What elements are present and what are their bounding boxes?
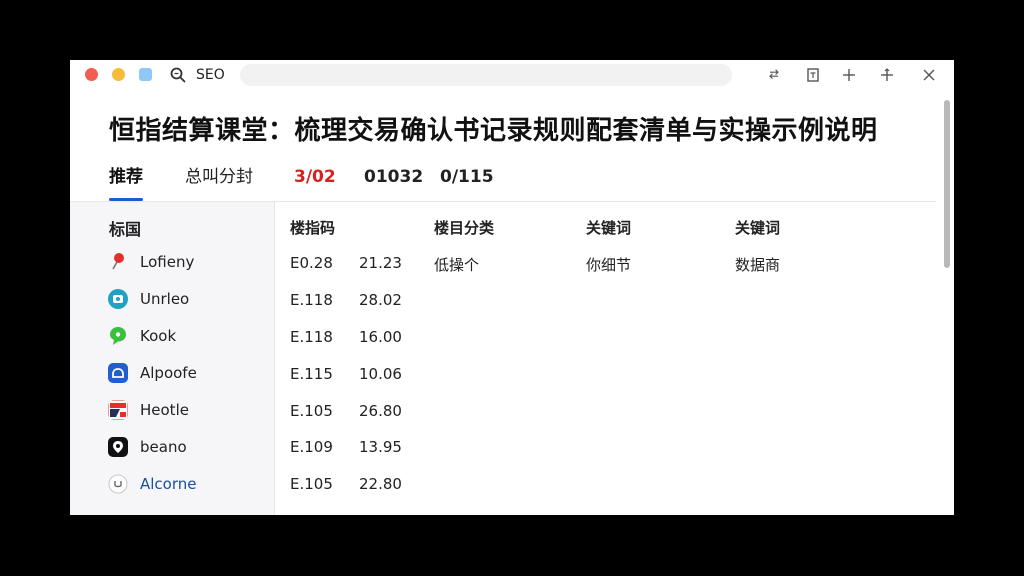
flag-app-icon <box>108 400 128 420</box>
cell-value: 26.80 <box>359 402 402 420</box>
cell-category: 低操个 <box>434 256 480 274</box>
search-icon[interactable] <box>169 66 187 84</box>
column-header-keyword-2[interactable]: 关键词 <box>735 217 780 238</box>
sidebar-item-beano[interactable]: beano <box>108 436 268 460</box>
sidebar-heading: 标国 <box>109 220 142 239</box>
sidebar-item-label: Unrleo <box>140 290 190 308</box>
cell-code: E.115 <box>290 365 333 383</box>
sidebar-item-label: Alpoofe <box>140 364 197 382</box>
sidebar-item-unrleo[interactable]: Unrleo <box>108 288 268 312</box>
sidebar: 标国 Lofieny Unrleo Kook Alpoofe Heotle be… <box>70 202 274 515</box>
tab-bar: 推荐 总叫分封 3/02 01032 0/115 <box>70 163 954 201</box>
sidebar-item-heotle[interactable]: Heotle <box>108 399 268 423</box>
tab-code[interactable]: 01032 <box>364 163 423 201</box>
cell-value: 21.23 <box>359 254 402 272</box>
chat-bubble-icon <box>110 327 126 345</box>
cloud-app-icon <box>108 363 128 383</box>
sidebar-item-label: Heotle <box>140 401 189 419</box>
title-bar: SEO <box>70 60 954 90</box>
cell-code: E.118 <box>290 291 333 309</box>
cell-code: E.105 <box>290 402 333 420</box>
tab-category[interactable]: 总叫分封 <box>185 163 253 201</box>
maximize-window-button[interactable] <box>139 68 152 81</box>
scrollbar-thumb[interactable] <box>944 100 950 268</box>
cell-code: E.118 <box>290 328 333 346</box>
cell-value: 28.02 <box>359 291 402 309</box>
cell-code: E0.28 <box>290 254 333 272</box>
tab-ratio[interactable]: 0/115 <box>440 163 494 201</box>
cell-code: E.109 <box>290 438 333 456</box>
sidebar-item-alcorne[interactable]: Alcorne <box>108 473 268 497</box>
location-app-icon <box>108 437 128 457</box>
column-header-code[interactable]: 楼指码 <box>290 217 335 238</box>
app-title: SEO <box>196 67 225 83</box>
bookmark-icon[interactable] <box>803 65 823 85</box>
swap-icon[interactable] <box>764 65 784 85</box>
sidebar-item-alpoofe[interactable]: Alpoofe <box>108 362 268 386</box>
sidebar-item-label: Lofieny <box>140 253 195 271</box>
cell-value: 16.00 <box>359 328 402 346</box>
cell-code: E.105 <box>290 475 333 493</box>
cell-value: 10.06 <box>359 365 402 383</box>
circle-logo-icon <box>108 474 128 494</box>
cell-keyword-2: 数据商 <box>735 256 781 274</box>
sidebar-divider <box>274 202 275 515</box>
plus-icon[interactable] <box>839 65 859 85</box>
address-bar[interactable] <box>240 64 732 86</box>
page-title: 恒指结算课堂：梳理交易确认书记录规则配套清单与实操示例说明 <box>109 116 878 146</box>
column-header-category[interactable]: 楼目分类 <box>434 217 494 238</box>
column-header-keyword[interactable]: 关键词 <box>586 217 631 238</box>
close-icon[interactable] <box>919 65 939 85</box>
sidebar-item-label: Alcorne <box>140 475 197 493</box>
sidebar-item-lofieny[interactable]: Lofieny <box>108 251 268 275</box>
move-icon[interactable] <box>877 65 897 85</box>
sidebar-item-label: Kook <box>140 327 177 345</box>
app-window: SEO 恒指结算课堂：梳理交易确认书记录规则配套清单与实操示例说明 推荐 总叫分… <box>70 60 954 515</box>
pin-icon <box>112 253 124 270</box>
tab-recommended[interactable]: 推荐 <box>109 163 143 201</box>
tab-date[interactable]: 3/02 <box>294 163 336 201</box>
sidebar-item-label: beano <box>140 438 187 456</box>
minimize-window-button[interactable] <box>112 68 125 81</box>
cell-value: 22.80 <box>359 475 402 493</box>
sidebar-item-kook[interactable]: Kook <box>108 325 268 349</box>
cell-keyword: 你细节 <box>586 256 632 274</box>
video-app-icon <box>108 289 128 309</box>
cell-value: 13.95 <box>359 438 402 456</box>
close-window-button[interactable] <box>85 68 98 81</box>
